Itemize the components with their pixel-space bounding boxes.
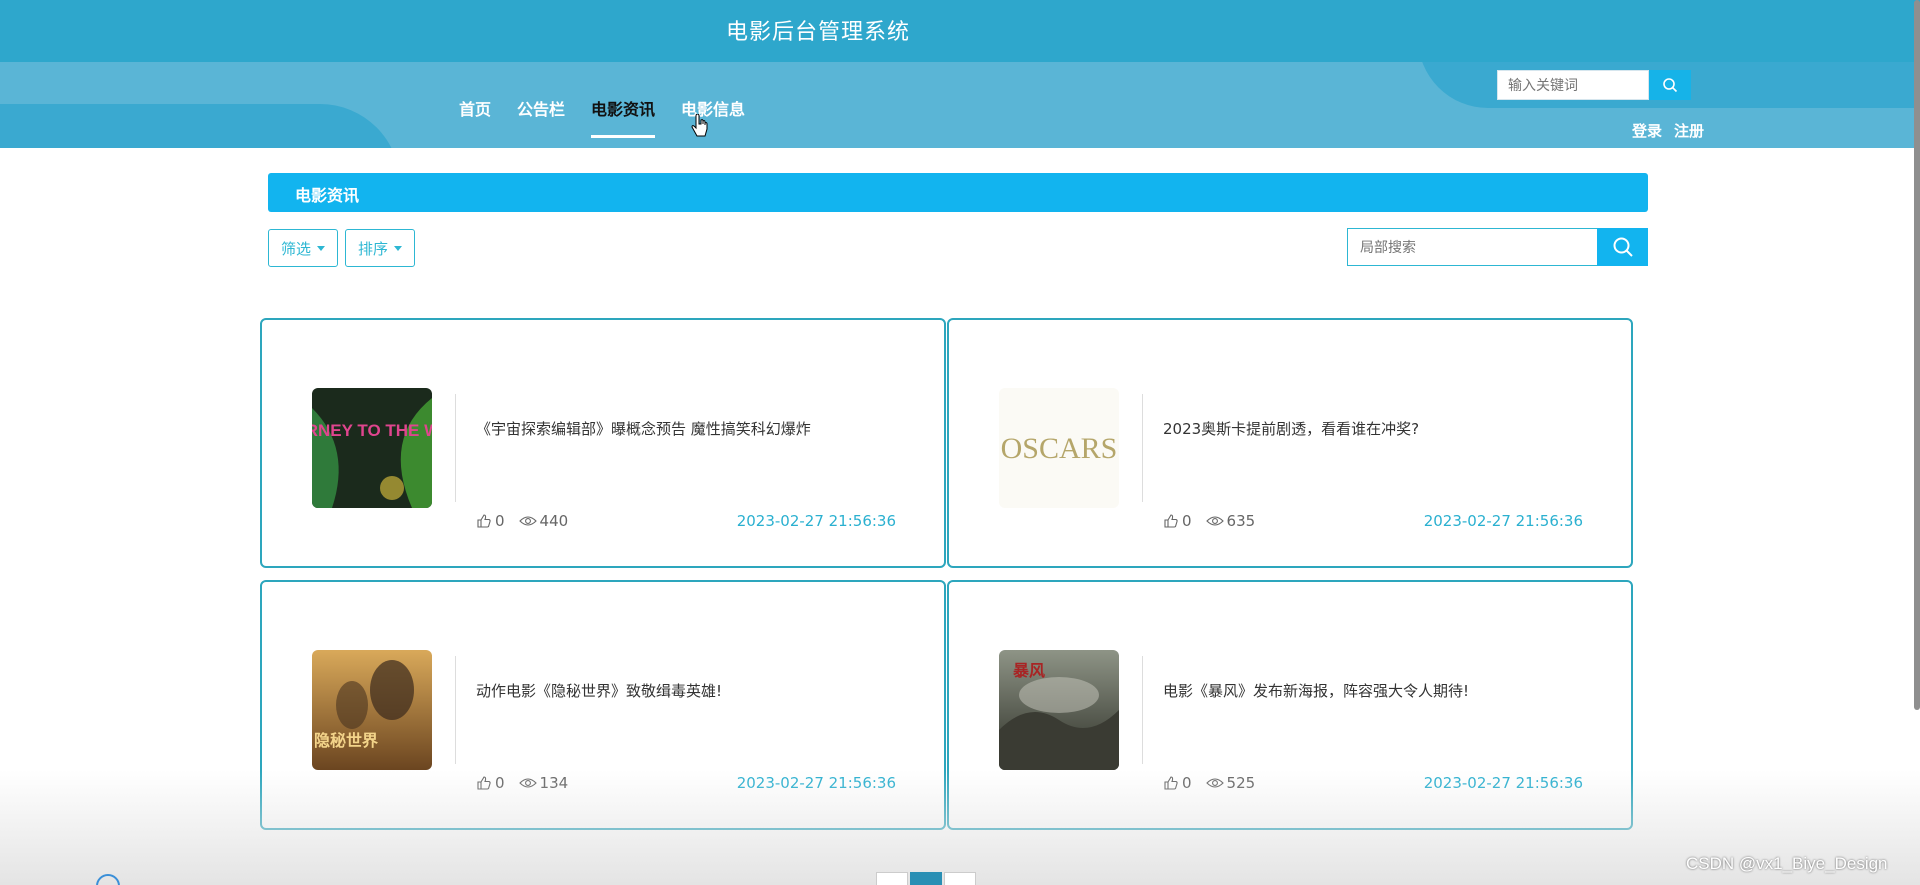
register-link[interactable]: 注册: [1674, 120, 1704, 141]
pager-next-button[interactable]: [944, 872, 976, 885]
news-timestamp: 2023-02-27 21:56:36: [1423, 512, 1583, 530]
view-stat: 440: [518, 512, 569, 530]
section-title: 电影资讯: [295, 186, 360, 205]
card-divider: [455, 656, 456, 764]
news-title[interactable]: 2023奥斯卡提前剧透，看看谁在冲奖?: [1163, 418, 1419, 439]
top-search: [1497, 70, 1691, 100]
news-thumbnail[interactable]: 隐秘世界: [312, 650, 432, 770]
like-count: 0: [1182, 774, 1192, 792]
news-thumbnail[interactable]: JOURNEY TO THE WEST: [312, 388, 432, 508]
thumbs-up-icon: [477, 514, 491, 528]
poster-image: 隐秘世界: [312, 650, 432, 770]
like-stat[interactable]: 0: [476, 774, 505, 792]
sort-dropdown-button[interactable]: 排序: [345, 229, 416, 267]
news-card[interactable]: JOURNEY TO THE WEST 《宇宙探索编辑部》曝概念预告 魔性搞笑科…: [260, 318, 946, 568]
news-card[interactable]: 隐秘世界 动作电影《隐秘世界》致敬缉毒英雄! 0 134 2023-02-27 …: [260, 580, 946, 830]
search-icon: [1613, 237, 1633, 257]
filter-dropdown-button[interactable]: 筛选: [268, 229, 339, 267]
news-timestamp: 2023-02-27 21:56:36: [1423, 774, 1583, 792]
caret-down-icon: [394, 245, 403, 251]
news-title[interactable]: 电影《暴风》发布新海报，阵容强大令人期待!: [1163, 680, 1469, 701]
caret-down-icon: [317, 245, 326, 251]
like-count: 0: [495, 512, 505, 530]
svg-text:暴风: 暴风: [1012, 661, 1045, 680]
news-stats: 0 635: [1163, 512, 1269, 530]
poster-image: 暴风: [999, 650, 1119, 770]
top-search-button[interactable]: [1649, 70, 1691, 100]
main-nav: 首页 公告栏 电影资讯 电影信息: [459, 96, 771, 138]
news-stats: 0 440: [476, 512, 582, 530]
news-thumbnail[interactable]: OSCARS: [999, 388, 1119, 508]
thumbs-up-icon: [1164, 514, 1178, 528]
sort-label: 排序: [358, 240, 389, 258]
like-stat[interactable]: 0: [1163, 512, 1192, 530]
filter-label: 筛选: [281, 240, 312, 258]
eye-icon: [518, 516, 537, 526]
scrollbar[interactable]: [1914, 0, 1920, 710]
pager-current-page[interactable]: [910, 872, 942, 885]
svg-text:OSCARS: OSCARS: [1001, 432, 1118, 465]
news-timestamp: 2023-02-27 21:56:36: [736, 512, 896, 530]
thumbs-up-icon: [477, 776, 491, 790]
news-card[interactable]: OSCARS 2023奥斯卡提前剧透，看看谁在冲奖? 0 635 2023-02…: [947, 318, 1633, 568]
view-count: 635: [1226, 512, 1256, 530]
like-count: 0: [1182, 512, 1192, 530]
news-title[interactable]: 动作电影《隐秘世界》致敬缉毒英雄!: [476, 680, 722, 701]
auth-links: 登录 注册: [1632, 120, 1704, 141]
svg-text:隐秘世界: 隐秘世界: [314, 731, 378, 750]
eye-icon: [518, 778, 537, 788]
watermark: CSDN @vx1_Biye_Design: [1686, 854, 1888, 873]
site-title: 电影后台管理系统: [725, 20, 910, 45]
local-search-input[interactable]: [1347, 228, 1597, 266]
news-timestamp: 2023-02-27 21:56:36: [736, 774, 896, 792]
news-thumbnail[interactable]: 暴风: [999, 650, 1119, 770]
local-search-button[interactable]: [1597, 228, 1648, 266]
floating-circle-button[interactable]: [96, 874, 120, 885]
poster-image: JOURNEY TO THE WEST: [312, 388, 432, 508]
pager-prev-button[interactable]: [876, 872, 908, 885]
thumbs-up-icon: [1164, 776, 1178, 790]
top-search-input[interactable]: [1497, 70, 1649, 100]
nav-item-news[interactable]: 电影资讯: [591, 96, 656, 138]
news-stats: 0 134: [476, 774, 582, 792]
view-count: 134: [539, 774, 569, 792]
view-count: 525: [1226, 774, 1256, 792]
local-search: [1347, 228, 1648, 266]
poster-image: OSCARS: [999, 388, 1119, 508]
news-card[interactable]: 暴风 电影《暴风》发布新海报，阵容强大令人期待! 0 525 2023-02-2…: [947, 580, 1633, 830]
view-count: 440: [539, 512, 569, 530]
news-stats: 0 525: [1163, 774, 1269, 792]
card-divider: [455, 394, 456, 502]
decorative-wave-left: [0, 104, 400, 148]
search-icon: [1663, 78, 1678, 93]
like-count: 0: [495, 774, 505, 792]
card-divider: [1142, 656, 1143, 764]
eye-icon: [1205, 516, 1224, 526]
section-header-bar: 电影资讯: [268, 173, 1648, 212]
like-stat[interactable]: 0: [476, 512, 505, 530]
nav-item-home[interactable]: 首页: [459, 96, 491, 138]
news-title[interactable]: 《宇宙探索编辑部》曝概念预告 魔性搞笑科幻爆炸: [476, 418, 811, 439]
view-stat: 134: [518, 774, 569, 792]
nav-item-notice[interactable]: 公告栏: [517, 96, 565, 138]
eye-icon: [1205, 778, 1224, 788]
svg-text:JOURNEY TO THE WEST: JOURNEY TO THE WEST: [312, 421, 432, 440]
hand-cursor-icon: [691, 114, 708, 137]
like-stat[interactable]: 0: [1163, 774, 1192, 792]
card-divider: [1142, 394, 1143, 502]
view-stat: 525: [1205, 774, 1256, 792]
view-stat: 635: [1205, 512, 1256, 530]
login-link[interactable]: 登录: [1632, 120, 1662, 141]
pagination: [876, 872, 978, 885]
